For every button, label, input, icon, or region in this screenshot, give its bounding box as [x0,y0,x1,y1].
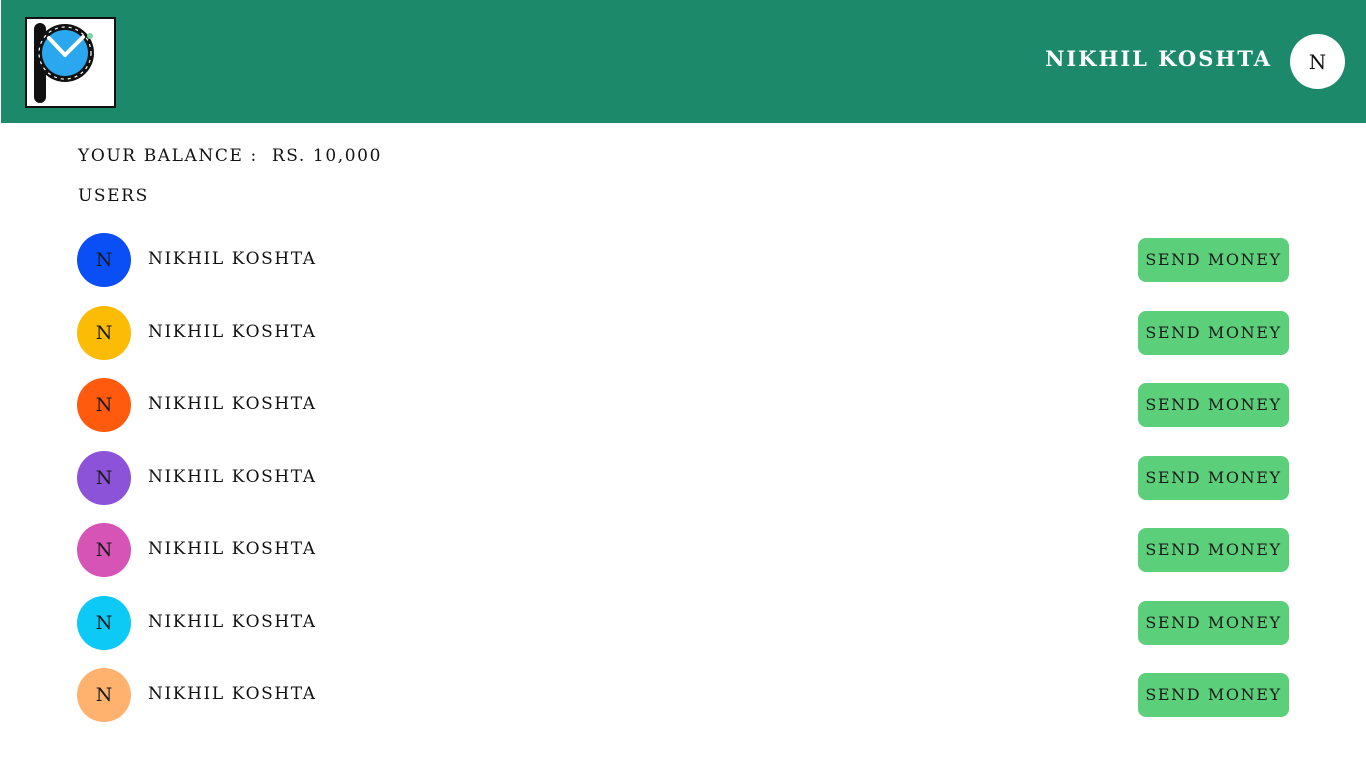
send-money-button[interactable]: SEND MONEY [1138,601,1289,645]
user-avatar: N [77,451,131,505]
send-money-button[interactable]: SEND MONEY [1138,528,1289,572]
user-name: NIKHIL KOSHTA [148,249,317,269]
app-logo-icon[interactable] [25,17,116,108]
header-user-name: NIKHIL KOSHTA [1045,46,1272,71]
user-name: NIKHIL KOSHTA [148,612,317,632]
user-avatar: N [77,378,131,432]
user-avatar: N [77,668,131,722]
user-avatar: N [77,596,131,650]
user-avatar: N [77,233,131,287]
user-name: NIKHIL KOSHTA [148,322,317,342]
user-name: NIKHIL KOSHTA [148,394,317,414]
balance-amount: RS. 10,000 [271,146,382,166]
user-avatar: N [77,306,131,360]
send-money-button[interactable]: SEND MONEY [1138,456,1289,500]
user-name: NIKHIL KOSHTA [148,684,317,704]
user-list-item: N NIKHIL KOSHTA SEND MONEY [77,233,1289,288]
balance-display: YOUR BALANCE : RS. 10,000 [78,145,382,167]
p-clock-logo-icon [34,23,94,103]
user-list-item: N NIKHIL KOSHTA SEND MONEY [77,523,1289,578]
send-money-button[interactable]: SEND MONEY [1138,238,1289,282]
send-money-button[interactable]: SEND MONEY [1138,383,1289,427]
user-list-item: N NIKHIL KOSHTA SEND MONEY [77,306,1289,361]
users-heading: USERS [78,186,149,206]
user-list-item: N NIKHIL KOSHTA SEND MONEY [77,378,1289,433]
header-avatar[interactable]: N [1290,34,1345,89]
user-list-item: N NIKHIL KOSHTA SEND MONEY [77,668,1289,723]
balance-label: YOUR BALANCE : [78,146,258,166]
user-list-item: N NIKHIL KOSHTA SEND MONEY [77,596,1289,651]
user-avatar: N [77,523,131,577]
user-name: NIKHIL KOSHTA [148,539,317,559]
user-list-item: N NIKHIL KOSHTA SEND MONEY [77,451,1289,506]
user-name: NIKHIL KOSHTA [148,467,317,487]
send-money-button[interactable]: SEND MONEY [1138,673,1289,717]
app-header: NIKHIL KOSHTA N [1,0,1366,123]
send-money-button[interactable]: SEND MONEY [1138,311,1289,355]
